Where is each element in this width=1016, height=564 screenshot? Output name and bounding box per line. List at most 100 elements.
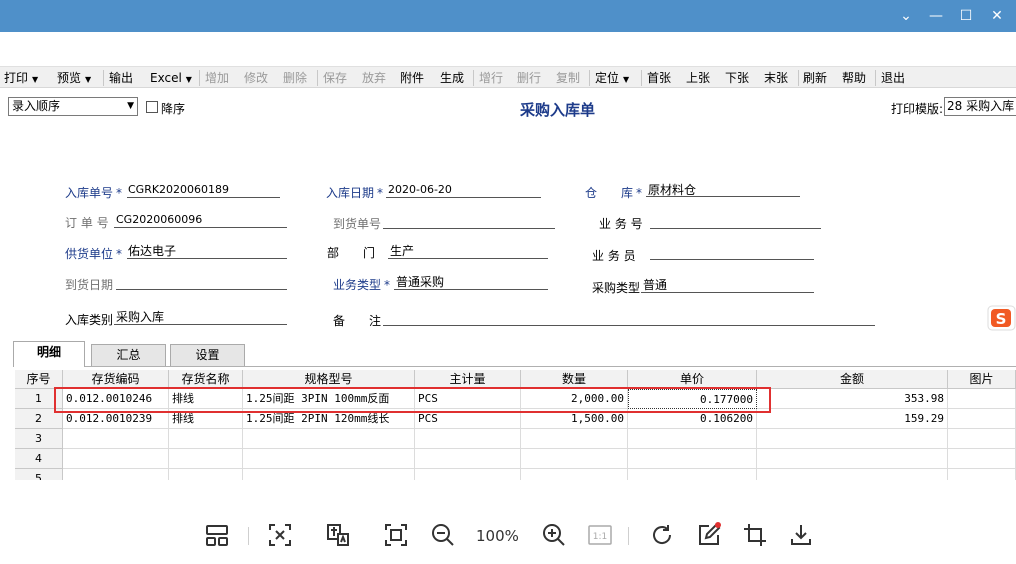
- cell-unit[interactable]: [415, 429, 521, 449]
- purchase-type-underline: [641, 292, 814, 293]
- cell-picture[interactable]: [948, 409, 1016, 429]
- cell-price[interactable]: [628, 469, 757, 480]
- toolbar-generate-button[interactable]: 生成: [440, 70, 464, 86]
- cell-name[interactable]: [169, 449, 243, 469]
- dropdown-arrow-icon[interactable]: ▼: [85, 75, 91, 84]
- tab-summary[interactable]: 汇总: [91, 344, 166, 366]
- toolbar-print-button[interactable]: 打印 ▼: [4, 70, 38, 86]
- cell-spec[interactable]: [243, 449, 415, 469]
- zoom-out-icon[interactable]: [429, 521, 457, 549]
- text-extract-icon[interactable]: [266, 521, 294, 549]
- dropdown-arrow-icon[interactable]: ▼: [186, 75, 192, 84]
- rotate-icon[interactable]: [648, 521, 676, 549]
- toolbar-locate-button[interactable]: 定位 ▼: [595, 70, 629, 86]
- sort-order-select[interactable]: 录入顺序 ▼: [8, 97, 138, 116]
- download-icon[interactable]: [787, 521, 815, 549]
- toolbar-prev-button[interactable]: 上张: [686, 70, 710, 86]
- toolbar-attachment-button[interactable]: 附件: [400, 70, 424, 86]
- svg-text:S: S: [996, 310, 1007, 328]
- input-method-icon[interactable]: S: [987, 305, 1016, 331]
- cell-picture[interactable]: [948, 429, 1016, 449]
- toolbar-exit-button[interactable]: 退出: [881, 70, 905, 86]
- toolbar-help-button[interactable]: 帮助: [842, 70, 866, 86]
- cell-picture[interactable]: [948, 389, 1016, 409]
- warehouse-underline: [646, 196, 800, 197]
- dropdown-arrow-icon[interactable]: ▼: [623, 75, 629, 84]
- toolbar-divider: [248, 527, 249, 545]
- close-button[interactable]: ✕: [987, 6, 1007, 26]
- row-number[interactable]: 5: [15, 469, 63, 480]
- cell-spec[interactable]: [243, 469, 415, 480]
- grid-header-picture[interactable]: 图片: [948, 370, 1016, 389]
- inbound-type-field[interactable]: 采购入库: [116, 308, 164, 325]
- viewer-toolbar: [0, 480, 1016, 564]
- toolbar-discard-button[interactable]: 放弃: [362, 70, 386, 86]
- print-template-select[interactable]: 28 采购入库: [944, 97, 1016, 116]
- cell-picture[interactable]: [948, 469, 1016, 480]
- arrival-no-underline: [383, 228, 555, 229]
- dropdown-arrow-icon[interactable]: ▼: [127, 98, 134, 115]
- cell-unit[interactable]: [415, 469, 521, 480]
- purchase-type-field[interactable]: 普通: [643, 276, 667, 293]
- row-number[interactable]: 3: [15, 429, 63, 449]
- department-label: 部 门: [327, 246, 376, 260]
- cell-qty[interactable]: [521, 449, 628, 469]
- toolbar-delete-row-button[interactable]: 删行: [517, 70, 541, 86]
- toolbar-add-row-button[interactable]: 增行: [479, 70, 503, 86]
- receipt-date-field[interactable]: 2020-06-20: [388, 183, 452, 196]
- edit-icon[interactable]: [695, 521, 723, 549]
- layout-icon[interactable]: [203, 521, 231, 549]
- cell-amount[interactable]: [757, 429, 948, 449]
- tab-settings[interactable]: 设置: [170, 344, 245, 366]
- toolbar-copy-button[interactable]: 复制: [556, 70, 580, 86]
- salesman-label: 业 务 员: [592, 249, 636, 263]
- toolbar-add-button[interactable]: 增加: [205, 70, 229, 86]
- supplier-field[interactable]: 佑达电子: [128, 242, 176, 259]
- toolbar-last-button[interactable]: 末张: [764, 70, 788, 86]
- cell-qty[interactable]: [521, 469, 628, 480]
- zoom-in-icon[interactable]: [540, 521, 568, 549]
- cell-picture[interactable]: [948, 449, 1016, 469]
- cell-code[interactable]: [63, 449, 169, 469]
- tab-detail[interactable]: 明细: [13, 341, 85, 367]
- cell-qty[interactable]: [521, 429, 628, 449]
- toolbar-refresh-button[interactable]: 刷新: [803, 70, 827, 86]
- fit-screen-icon[interactable]: [382, 521, 410, 549]
- cell-amount[interactable]: [757, 449, 948, 469]
- biz-type-field[interactable]: 普通采购: [396, 273, 444, 290]
- cell-price[interactable]: [628, 449, 757, 469]
- dropdown-arrow-icon[interactable]: ▼: [32, 75, 38, 84]
- cell-spec[interactable]: [243, 429, 415, 449]
- chevron-down-icon[interactable]: ⌄: [896, 6, 916, 26]
- cell-amount[interactable]: 353.98: [757, 389, 948, 409]
- crop-icon[interactable]: [741, 521, 769, 549]
- cell-name[interactable]: [169, 429, 243, 449]
- inbound-type-underline: [114, 324, 287, 325]
- cell-name[interactable]: [169, 469, 243, 480]
- cell-amount[interactable]: [757, 469, 948, 480]
- toolbar-preview-button[interactable]: 预览 ▼: [57, 70, 91, 86]
- cell-unit[interactable]: [415, 449, 521, 469]
- cell-code[interactable]: [63, 469, 169, 480]
- translate-icon[interactable]: [324, 521, 352, 549]
- order-no-field[interactable]: CG2020060096: [116, 213, 202, 226]
- cell-code[interactable]: [63, 429, 169, 449]
- toolbar-next-button[interactable]: 下张: [725, 70, 749, 86]
- department-field[interactable]: 生产: [390, 242, 414, 259]
- receipt-no-field[interactable]: CGRK2020060189: [128, 183, 229, 196]
- toolbar-export-button[interactable]: 输出: [109, 70, 133, 86]
- cell-amount[interactable]: 159.29: [757, 409, 948, 429]
- toolbar-edit-button[interactable]: 修改: [244, 70, 268, 86]
- receipt-date-label: 入库日期 *: [326, 186, 384, 200]
- descending-checkbox[interactable]: [146, 101, 158, 113]
- row-number[interactable]: 4: [15, 449, 63, 469]
- toolbar-first-button[interactable]: 首张: [647, 70, 671, 86]
- minimize-button[interactable]: —: [926, 6, 946, 26]
- grid-header-amount[interactable]: 金额: [757, 370, 948, 389]
- actual-size-icon[interactable]: 1:1: [586, 521, 614, 549]
- toolbar-excel-button[interactable]: Excel ▼: [150, 70, 192, 86]
- maximize-button[interactable]: ☐: [956, 6, 976, 26]
- toolbar-delete-button[interactable]: 删除: [283, 70, 307, 86]
- cell-price[interactable]: [628, 429, 757, 449]
- toolbar-save-button[interactable]: 保存: [323, 70, 347, 86]
